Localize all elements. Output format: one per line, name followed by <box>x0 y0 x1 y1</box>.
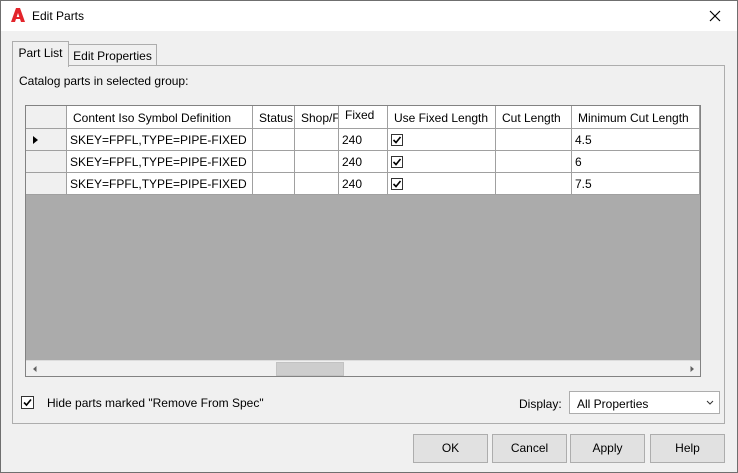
column-header-shop[interactable]: Shop/F <box>295 106 339 129</box>
table-row[interactable]: SKEY=FPFL,TYPE=PIPE-FIXED 240 7.5 <box>26 173 700 195</box>
hide-parts-label: Hide parts marked "Remove From Spec" <box>47 396 264 410</box>
checkmark-icon <box>392 180 402 188</box>
cell-iso[interactable]: SKEY=FPFL,TYPE=PIPE-FIXED <box>67 151 253 173</box>
column-header-cut-length[interactable]: Cut Length <box>496 106 572 129</box>
cell-fixed[interactable]: 240 <box>339 129 388 151</box>
display-label: Display: <box>519 397 562 411</box>
tab-edit-properties[interactable]: Edit Properties <box>68 44 157 66</box>
tab-part-list[interactable]: Part List <box>12 41 69 67</box>
autocad-logo-icon <box>11 8 25 22</box>
cell-use-fixed-length[interactable] <box>388 151 496 173</box>
cell-shop[interactable] <box>295 173 339 195</box>
table-row[interactable]: SKEY=FPFL,TYPE=PIPE-FIXED 240 6 <box>26 151 700 173</box>
use-fixed-length-checkbox[interactable] <box>391 134 403 146</box>
display-selected-value: All Properties <box>577 397 649 411</box>
close-button[interactable] <box>693 1 737 31</box>
cell-min-cut-length[interactable]: 6 <box>572 151 700 173</box>
cell-status[interactable] <box>253 173 295 195</box>
scroll-right-button[interactable] <box>683 361 700 376</box>
scrollbar-thumb[interactable] <box>276 362 344 376</box>
arrow-left-icon <box>32 366 36 372</box>
column-header-use-fixed-length[interactable]: Use Fixed Length <box>388 106 496 129</box>
column-header-min-cut-length[interactable]: Minimum Cut Length <box>572 106 700 129</box>
arrow-right-icon <box>690 366 694 372</box>
cell-shop[interactable] <box>295 151 339 173</box>
column-header-status[interactable]: Status <box>253 106 295 129</box>
display-dropdown[interactable]: All Properties <box>569 391 720 414</box>
cell-min-cut-length[interactable]: 4.5 <box>572 129 700 151</box>
row-header-corner <box>26 106 67 129</box>
checkmark-icon <box>392 158 402 166</box>
horizontal-scrollbar[interactable] <box>26 360 700 376</box>
row-selector[interactable] <box>26 173 67 195</box>
cell-fixed[interactable]: 240 <box>339 173 388 195</box>
row-selector[interactable] <box>26 129 67 151</box>
ok-button[interactable]: OK <box>413 434 488 463</box>
edit-parts-dialog: Edit Parts Edit Properties Part List Cat… <box>0 0 738 473</box>
current-row-arrow-icon <box>33 136 38 144</box>
hide-parts-checkbox[interactable] <box>21 396 34 409</box>
checkmark-icon <box>392 136 402 144</box>
row-selector[interactable] <box>26 151 67 173</box>
checkmark-icon <box>23 398 32 407</box>
close-icon <box>709 10 721 22</box>
column-header-fixed[interactable]: Fixed <box>339 106 388 129</box>
help-button[interactable]: Help <box>650 434 725 463</box>
cell-status[interactable] <box>253 129 295 151</box>
cell-cut-length[interactable] <box>496 173 572 195</box>
cell-use-fixed-length[interactable] <box>388 173 496 195</box>
scroll-left-button[interactable] <box>26 361 43 376</box>
cell-status[interactable] <box>253 151 295 173</box>
cell-use-fixed-length[interactable] <box>388 129 496 151</box>
cell-iso[interactable]: SKEY=FPFL,TYPE=PIPE-FIXED <box>67 129 253 151</box>
title-bar: Edit Parts <box>1 1 737 31</box>
cell-cut-length[interactable] <box>496 129 572 151</box>
apply-button[interactable]: Apply <box>570 434 645 463</box>
use-fixed-length-checkbox[interactable] <box>391 178 403 190</box>
grid-header: Content Iso Symbol Definition Status Sho… <box>26 106 700 129</box>
cancel-button[interactable]: Cancel <box>492 434 567 463</box>
window-title: Edit Parts <box>32 9 85 23</box>
use-fixed-length-checkbox[interactable] <box>391 156 403 168</box>
cell-min-cut-length[interactable]: 7.5 <box>572 173 700 195</box>
parts-grid: Content Iso Symbol Definition Status Sho… <box>25 105 701 377</box>
column-header-iso[interactable]: Content Iso Symbol Definition <box>67 106 253 129</box>
cell-fixed[interactable]: 240 <box>339 151 388 173</box>
chevron-down-icon <box>706 400 714 405</box>
catalog-parts-label: Catalog parts in selected group: <box>19 74 189 88</box>
cell-cut-length[interactable] <box>496 151 572 173</box>
cell-iso[interactable]: SKEY=FPFL,TYPE=PIPE-FIXED <box>67 173 253 195</box>
table-row[interactable]: SKEY=FPFL,TYPE=PIPE-FIXED 240 4.5 <box>26 129 700 151</box>
cell-shop[interactable] <box>295 129 339 151</box>
